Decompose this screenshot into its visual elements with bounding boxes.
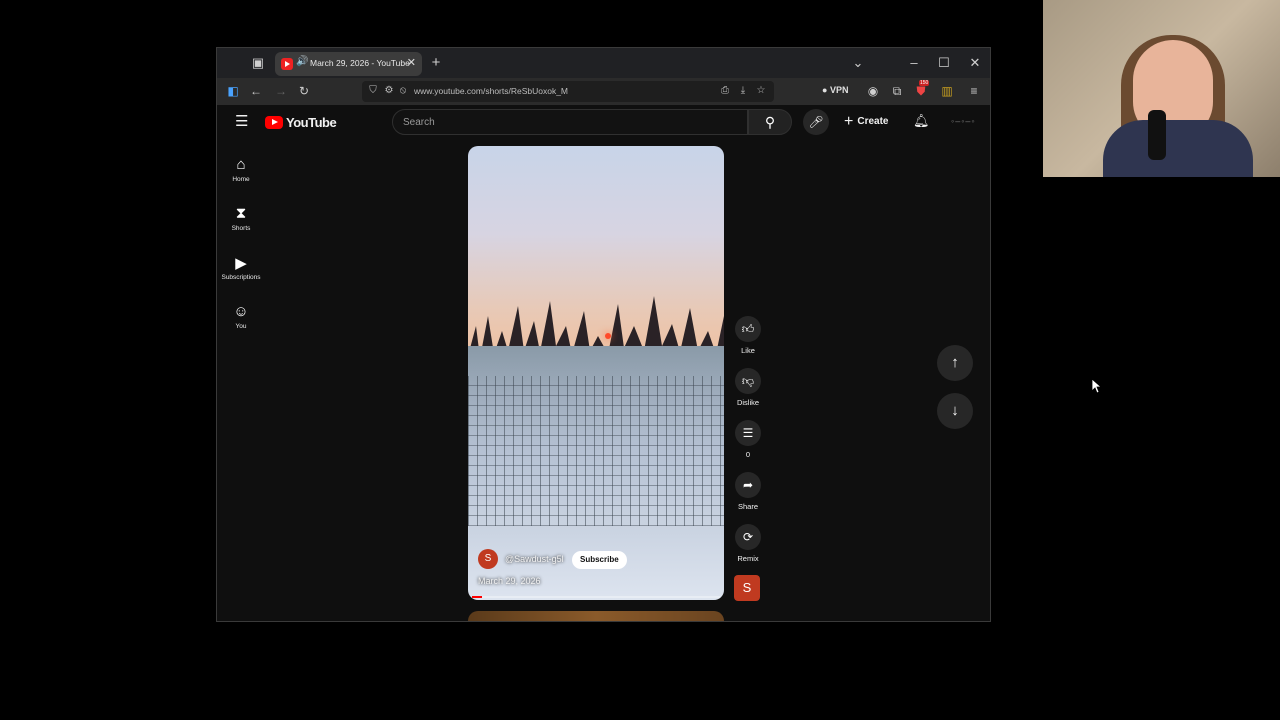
- tab-bar: ▣ 🔊 March 29, 2026 - YouTube ✕ + ⌄ – ☐ ✕: [217, 48, 990, 78]
- share-label: Share: [737, 502, 758, 511]
- home-icon: ⌂: [236, 156, 246, 173]
- comments-action[interactable]: ☰ 0: [734, 420, 762, 459]
- arrow-up-icon: ↑: [951, 354, 959, 371]
- address-bar: ◧ ← → ↻ ⛉ ⚙ ⦸ www.youtube.com/shorts/ReS…: [217, 78, 990, 105]
- subscribe-button[interactable]: Subscribe: [572, 551, 627, 569]
- like-action[interactable]: 👍︎ Like: [734, 316, 762, 355]
- speaker-icon[interactable]: 🔊: [296, 56, 308, 67]
- video-fence: [468, 376, 724, 526]
- nav-item-home[interactable]: ⌂ Home: [217, 156, 265, 183]
- site-settings-icon[interactable]: ⚙: [382, 84, 396, 98]
- voice-search-button[interactable]: 🎤︎: [803, 109, 829, 135]
- tab-title: March 29, 2026 - YouTube: [310, 58, 410, 68]
- shield-icon[interactable]: ⛉: [366, 84, 380, 98]
- nav-label: Shorts: [231, 225, 251, 232]
- arrow-down-icon: ↓: [951, 402, 959, 419]
- nav-item-shorts[interactable]: ⧗ Shorts: [217, 205, 265, 232]
- share-icon[interactable]: ➦: [735, 472, 761, 498]
- remix-label: Remix: [737, 554, 759, 563]
- youtube-logo-text[interactable]: YouTube: [286, 115, 337, 130]
- sound-channel-avatar[interactable]: S: [734, 575, 760, 601]
- search-placeholder: Search: [403, 117, 435, 128]
- close-tab-icon[interactable]: ✕: [407, 56, 416, 69]
- microphone-icon: 🎤︎: [808, 115, 824, 129]
- back-icon[interactable]: ←: [248, 83, 264, 99]
- browser-window: ▣ 🔊 March 29, 2026 - YouTube ✕ + ⌄ – ☐ ✕…: [216, 47, 991, 622]
- screenshot-icon[interactable]: ⎙: [718, 84, 732, 98]
- browser-tab[interactable]: 🔊 March 29, 2026 - YouTube ✕: [275, 52, 422, 76]
- maximize-icon[interactable]: ☐: [935, 54, 953, 72]
- next-short-preview[interactable]: [468, 611, 724, 621]
- vpn-button[interactable]: ● VPN: [822, 85, 848, 95]
- reload-icon[interactable]: ↻: [296, 83, 312, 99]
- tab-manager-icon[interactable]: ▣: [249, 54, 267, 72]
- forward-icon[interactable]: →: [273, 83, 289, 99]
- progress-bar[interactable]: [472, 596, 720, 598]
- bookmark-star-icon[interactable]: ☆: [754, 84, 768, 98]
- create-label: Create: [857, 116, 889, 127]
- nav-item-subscriptions[interactable]: ▶︎ Subscriptions: [217, 254, 265, 281]
- subscriptions-icon: ▶︎: [235, 255, 247, 272]
- plus-icon: +: [844, 113, 854, 130]
- youtube-header: ☰ YouTube Search ⚲ 🎤︎ + Create 🔔︎ ◦–◦–◦: [217, 106, 990, 140]
- comment-icon[interactable]: ☰: [735, 420, 761, 446]
- sidebar-toggle-icon[interactable]: ◧: [225, 83, 241, 99]
- dislike-action[interactable]: 👎︎ Dislike: [734, 368, 762, 407]
- dislike-icon[interactable]: 👎︎: [735, 368, 761, 394]
- dislike-label: Dislike: [736, 398, 760, 407]
- nav-item-you[interactable]: ☺ You: [217, 303, 265, 330]
- minimize-icon[interactable]: –: [905, 54, 923, 72]
- channel-handle[interactable]: @Sawdust-g5l: [505, 554, 564, 564]
- extensions-icon[interactable]: ⧉: [889, 83, 905, 99]
- remix-action[interactable]: ⟳ Remix: [734, 524, 762, 563]
- webcam-person-body: [1103, 120, 1253, 177]
- progress-fill: [472, 596, 482, 598]
- vpn-label: VPN: [829, 85, 849, 95]
- comments-count: 0: [745, 450, 751, 459]
- notifications-bell-icon[interactable]: 🔔︎: [913, 113, 930, 129]
- youtube-logo-icon[interactable]: [265, 116, 283, 129]
- previous-short-button[interactable]: ↑: [937, 345, 973, 381]
- share-action[interactable]: ➦ Share: [734, 472, 762, 511]
- channel-avatar[interactable]: S: [478, 549, 498, 569]
- avatar-loading[interactable]: ◦–◦–◦: [951, 116, 976, 126]
- nav-label: Home: [232, 176, 250, 183]
- url-box[interactable]: ⛉ ⚙ ⦸ www.youtube.com/shorts/ReSbUoxok_M…: [362, 81, 774, 102]
- tracking-icon[interactable]: ⦸: [396, 84, 410, 98]
- short-date: March 29, 2026: [478, 576, 541, 586]
- search-input[interactable]: Search: [392, 109, 748, 135]
- tab-list-chevron-icon[interactable]: ⌄: [849, 54, 867, 72]
- video-sun: [605, 333, 611, 339]
- search-icon: ⚲: [764, 114, 776, 130]
- remix-icon[interactable]: ⟳: [735, 524, 761, 550]
- short-video-player[interactable]: S @Sawdust-g5l Subscribe March 29, 2026: [468, 146, 724, 600]
- like-label: Like: [741, 346, 755, 355]
- next-short-button[interactable]: ↓: [937, 393, 973, 429]
- youtube-favicon-icon: [281, 58, 293, 70]
- nav-label: Subscriptions: [221, 274, 261, 281]
- new-tab-icon[interactable]: +: [427, 54, 445, 72]
- you-icon: ☺: [233, 303, 249, 320]
- profile-icon[interactable]: ◉: [865, 83, 881, 99]
- close-window-icon[interactable]: ✕: [966, 54, 984, 72]
- extension-badge: 150: [919, 80, 930, 86]
- webcam-microphone: [1148, 110, 1166, 160]
- download-icon[interactable]: ⤓: [736, 84, 750, 98]
- hamburger-menu-icon[interactable]: ☰: [235, 112, 248, 130]
- shorts-icon: ⧗: [235, 205, 247, 222]
- webcam-overlay: [1043, 0, 1280, 177]
- create-button[interactable]: + Create: [844, 111, 888, 133]
- search-button[interactable]: ⚲: [748, 109, 792, 135]
- equalizer-icon[interactable]: ▥: [939, 83, 955, 99]
- url-text[interactable]: www.youtube.com/shorts/ReSbUoxok_M: [414, 86, 568, 96]
- like-icon[interactable]: 👍︎: [735, 316, 761, 342]
- nav-label: You: [235, 323, 247, 330]
- menu-icon[interactable]: ≡: [966, 83, 982, 99]
- mouse-cursor-icon: [1092, 379, 1102, 394]
